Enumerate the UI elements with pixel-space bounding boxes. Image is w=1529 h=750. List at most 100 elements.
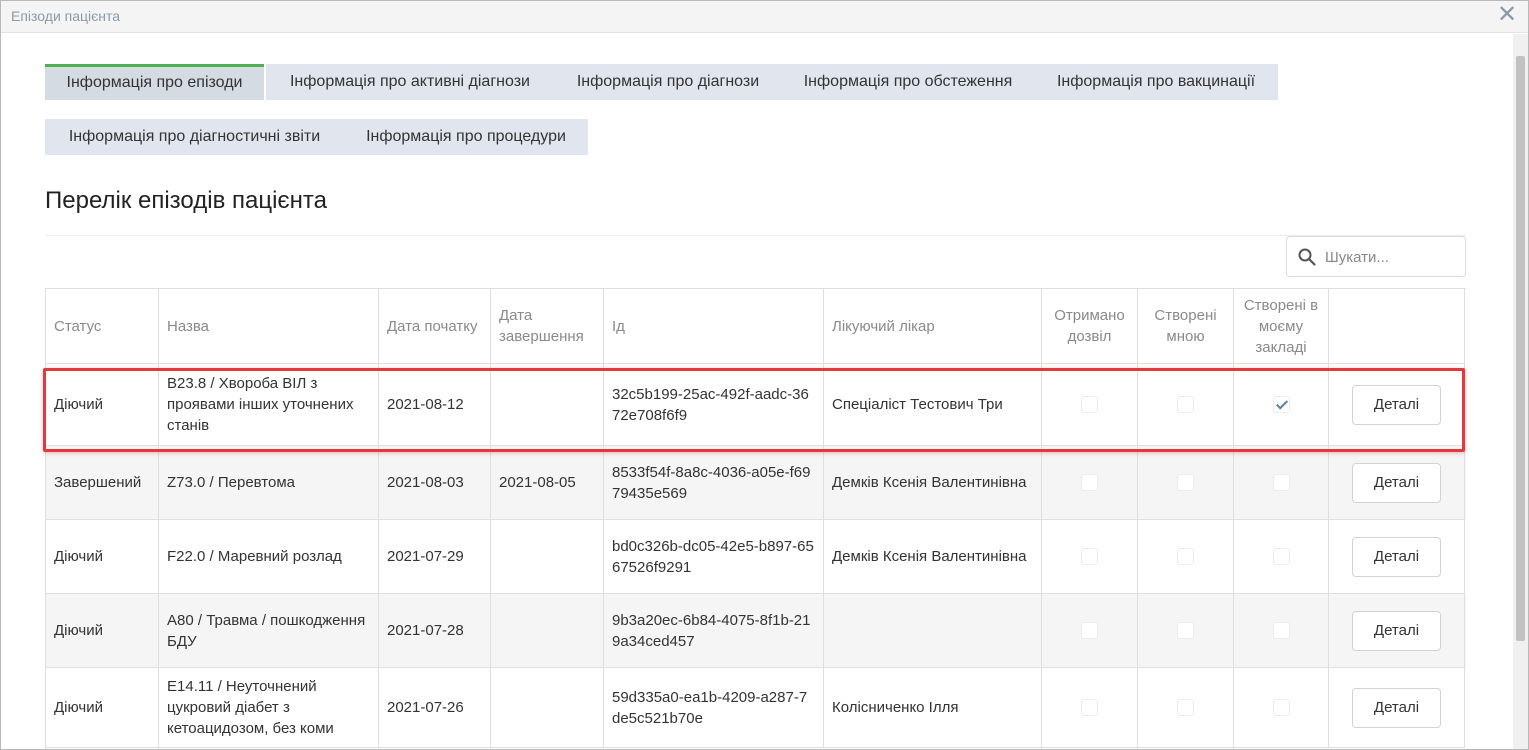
details-button[interactable]: Деталі	[1352, 536, 1441, 577]
checkbox-created-by-me	[1177, 699, 1194, 716]
table-cell-doctor: Демків Ксенія Валентинівна	[824, 446, 1042, 520]
checkbox-created-by-me	[1177, 622, 1194, 639]
tab-observations[interactable]: Інформація про обстеження	[782, 64, 1034, 100]
details-button[interactable]: Деталі	[1352, 687, 1441, 728]
details-button[interactable]: Деталі	[1352, 610, 1441, 651]
table-cell-details: Деталі	[1329, 446, 1465, 520]
cell-text: Завершений	[54, 474, 142, 491]
table-cell-name: B23.8 / Хвороба ВІЛ з проявами інших уто…	[159, 364, 379, 446]
table-cell-permission	[1042, 668, 1138, 748]
tab-episodes[interactable]: Інформація про епізоди	[45, 64, 264, 100]
table-cell-end-date: 2021-08-05	[491, 446, 604, 520]
checkbox-permission	[1081, 474, 1098, 491]
table-cell-created-in-facility	[1234, 520, 1329, 594]
checkbox-created-in-facility	[1272, 548, 1290, 565]
column-header-label: Ід	[612, 317, 625, 335]
tab-procedures[interactable]: Інформація про процедури	[344, 119, 588, 155]
cell-text: Z73.0 / Перевтома	[167, 474, 296, 491]
cell-text: B23.8 / Хвороба ВІЛ з проявами інших уто…	[167, 375, 354, 434]
column-header-details	[1329, 289, 1465, 364]
cell-text: Колісниченко Ілля	[832, 699, 959, 716]
close-icon[interactable]: ✕	[1496, 3, 1518, 27]
cell-text: Діючий	[54, 548, 103, 565]
table-cell-start-date: 2021-08-03	[379, 446, 491, 520]
page-title: Перелік епізодів пацієнта	[45, 187, 327, 214]
cell-text: 32c5b199-25ac-492f-aadc-3672e708f6f9	[612, 385, 809, 424]
table-cell-doctor: Колісниченко Ілля	[824, 668, 1042, 748]
cell-text: 9b3a20ec-6b84-4075-8f1b-219a34ced457	[612, 611, 811, 650]
column-header-label: Статус	[54, 317, 102, 335]
cell-text: 2021-07-28	[387, 622, 464, 639]
divider	[45, 235, 1466, 236]
dialog-title: Епізоди пацієнта	[11, 8, 121, 24]
column-header-label: Дата початку	[387, 317, 478, 335]
cell-text: Діючий	[54, 699, 103, 716]
column-header-label: Назва	[167, 317, 210, 335]
table-cell-end-date	[491, 520, 604, 594]
checkbox-permission	[1081, 699, 1098, 716]
column-header-id: Ід	[604, 289, 824, 364]
table-cell-created-in-facility	[1234, 668, 1329, 748]
cell-text: 59d335a0-ea1b-4209-a287-7de5c521b70e	[612, 688, 808, 727]
cell-text: F22.0 / Маревний розлад	[167, 548, 342, 565]
table-cell-permission	[1042, 364, 1138, 446]
table-cell-created-by-me	[1138, 594, 1234, 668]
column-header-label: Створені мною	[1154, 307, 1217, 345]
table-cell-details: Деталі	[1329, 520, 1465, 594]
search-box[interactable]	[1286, 236, 1466, 277]
table-cell-created-in-facility	[1234, 594, 1329, 668]
table-cell-start-date: 2021-07-26	[379, 668, 491, 748]
cell-text: Демків Ксенія Валентинівна	[832, 548, 1027, 565]
checkbox-created-in-facility	[1272, 396, 1290, 413]
cell-text: Діючий	[54, 396, 103, 413]
table-cell-name: Z73.0 / Перевтома	[159, 446, 379, 520]
checkbox-created-by-me	[1177, 396, 1194, 413]
table-cell-created-in-facility	[1234, 364, 1329, 446]
column-header-status: Статус	[46, 289, 159, 364]
details-button[interactable]: Деталі	[1352, 384, 1441, 425]
search-icon	[1298, 248, 1316, 266]
table-cell-status: Діючий	[46, 520, 159, 594]
table-cell-status: Діючий	[46, 364, 159, 446]
column-header-label: Дата завершення	[499, 307, 584, 345]
column-header-created-in-facility: Створені в моєму закладі	[1234, 289, 1329, 364]
table-cell-id: 59d335a0-ea1b-4209-a287-7de5c521b70e	[604, 668, 824, 748]
checkbox-created-in-facility	[1272, 622, 1290, 639]
table-cell-created-in-facility	[1234, 446, 1329, 520]
table-cell-created-by-me	[1138, 364, 1234, 446]
table-cell-doctor: Демків Ксенія Валентинівна	[824, 520, 1042, 594]
checkbox-created-by-me	[1177, 474, 1194, 491]
table-cell-created-by-me	[1138, 668, 1234, 748]
search-input[interactable]	[1323, 243, 1459, 271]
cell-text: 2021-08-03	[387, 474, 464, 491]
table-cell-start-date: 2021-08-12	[379, 364, 491, 446]
checkbox-created-by-me	[1177, 548, 1194, 565]
column-header-label: Отримано дозвіл	[1054, 307, 1125, 345]
scrollbar[interactable]	[1513, 34, 1528, 749]
details-button[interactable]: Деталі	[1352, 462, 1441, 503]
tab-diagnostic-reports[interactable]: Інформація про діагностичні звіти	[45, 119, 344, 155]
scrollbar-thumb[interactable]	[1516, 56, 1525, 641]
table-cell-created-by-me	[1138, 520, 1234, 594]
cell-text: Спеціаліст Тестович Три	[832, 396, 1003, 413]
table-cell-permission	[1042, 594, 1138, 668]
tab-vaccinations[interactable]: Інформація про вакцинації	[1034, 64, 1278, 100]
checkbox-permission	[1081, 396, 1098, 413]
tab-active-diagnoses[interactable]: Інформація про активні діагнози	[266, 64, 554, 100]
table-cell-id: bd0c326b-dc05-42e5-b897-6567526f9291	[604, 520, 824, 594]
column-header-label: Створені в моєму закладі	[1243, 296, 1319, 356]
column-header-permission: Отримано дозвіл	[1042, 289, 1138, 364]
table-cell-status: Діючий	[46, 594, 159, 668]
table-cell-details: Деталі	[1329, 364, 1465, 446]
cell-text: Демків Ксенія Валентинівна	[832, 474, 1027, 491]
tab-diagnoses[interactable]: Інформація про діагнози	[554, 64, 782, 100]
cell-text: 2021-08-12	[387, 396, 464, 413]
table-cell-doctor: Спеціаліст Тестович Три	[824, 364, 1042, 446]
column-header-end-date: Дата завершення	[491, 289, 604, 364]
column-header-created-by-me: Створені мною	[1138, 289, 1234, 364]
checkbox-created-in-facility	[1272, 474, 1290, 491]
episodes-dialog: Епізоди пацієнта ✕ Інформація про епізод…	[0, 0, 1529, 750]
cell-text: bd0c326b-dc05-42e5-b897-6567526f9291	[612, 537, 814, 576]
cell-text: 2021-07-29	[387, 548, 464, 565]
cell-text: 8533f54f-8a8c-4036-a05e-f6979435e569	[612, 463, 811, 502]
